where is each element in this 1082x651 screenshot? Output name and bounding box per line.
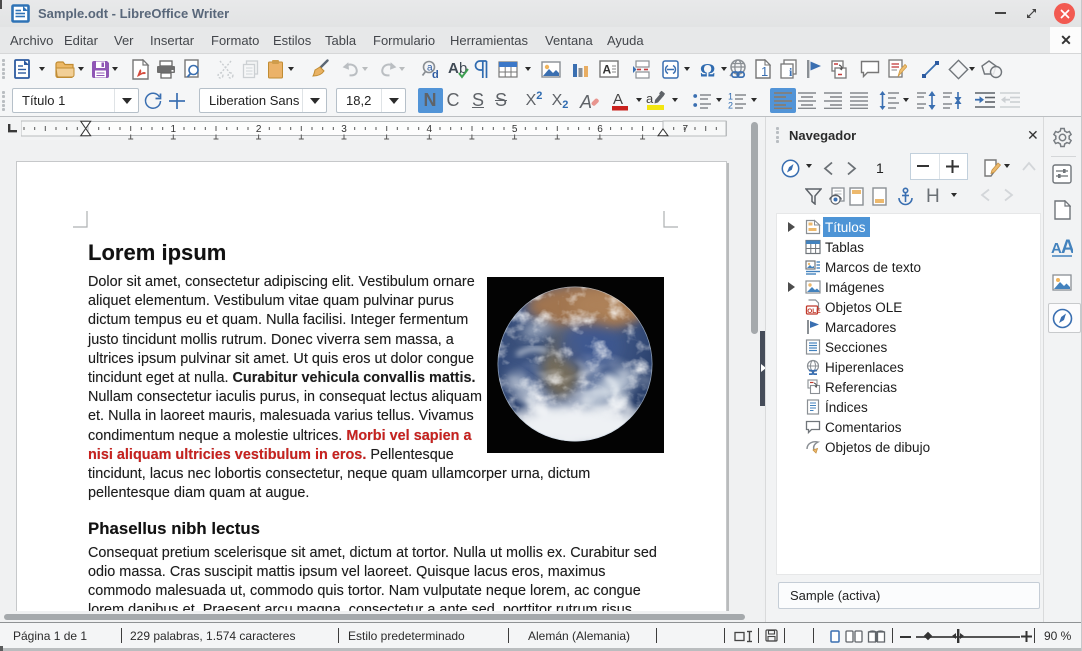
svg-text:A: A: [1061, 238, 1073, 258]
svg-text:A: A: [579, 92, 592, 111]
svg-text:Ω: Ω: [700, 60, 715, 79]
svg-text:1: 1: [171, 124, 177, 135]
svg-text:1: 1: [761, 64, 768, 79]
svg-text:7: 7: [683, 124, 689, 135]
svg-text:3: 3: [341, 124, 347, 135]
svg-text:2: 2: [728, 101, 733, 110]
svg-text:a: a: [646, 91, 654, 106]
svg-text:4: 4: [427, 124, 433, 135]
svg-text:5: 5: [512, 124, 518, 135]
svg-text:A: A: [448, 60, 459, 77]
svg-text:d: d: [432, 69, 439, 79]
svg-text:A: A: [613, 91, 623, 108]
svg-text:OLE: OLE: [807, 308, 821, 315]
svg-text:6: 6: [597, 124, 603, 135]
svg-text:A: A: [603, 63, 612, 77]
svg-text:2: 2: [256, 124, 262, 135]
